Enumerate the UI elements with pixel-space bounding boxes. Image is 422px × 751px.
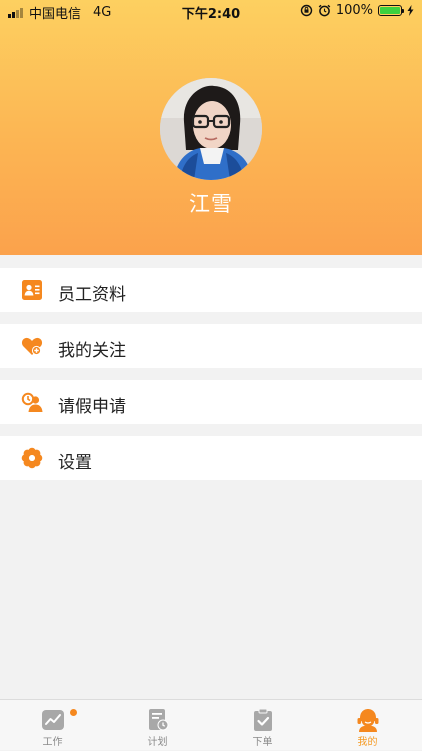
rotation-lock-icon [300,4,313,17]
menu-item-leave-request[interactable]: 请假申请 [0,380,422,424]
battery-icon [378,5,404,16]
menu-label: 设置 [58,453,92,473]
battery-percent: 100% [335,3,373,18]
menu-item-settings[interactable]: 设置 [0,436,422,480]
profile-icon [357,709,379,732]
alarm-icon [318,4,331,17]
trend-chart-icon [42,710,64,730]
menu-label: 请假申请 [58,397,126,417]
plan-calendar-icon [149,709,169,731]
menu-label: 我的关注 [58,341,126,361]
tab-label: 下单 [252,737,273,748]
tab-label: 工作 [42,737,63,748]
notification-dot [70,709,77,716]
contact-card-icon [22,280,42,300]
heart-plus-icon [21,337,43,356]
order-check-icon [254,708,272,731]
tab-label: 计划 [147,737,168,748]
menu-item-employee-profile[interactable]: 员工资料 [0,268,422,312]
leave-request-icon [21,392,43,412]
user-name: 江雪 [189,192,233,216]
tab-work[interactable]: 工作 [0,700,105,751]
avatar-photo [160,78,262,180]
settings-flower-icon [21,447,43,469]
avatar[interactable] [160,78,262,180]
menu-label: 员工资料 [58,285,126,305]
status-bar: 中国电信 4G 下午2:40 100% [0,0,422,22]
menu-item-my-follows[interactable]: 我的关注 [0,324,422,368]
tab-order[interactable]: 下单 [210,700,315,751]
tab-plan[interactable]: 计划 [105,700,210,751]
tab-mine[interactable]: 我的 [315,700,420,751]
tab-label: 我的 [357,737,378,748]
bottom-tab-bar: 工作 计划 下单 我的 [0,699,422,750]
profile-header: 中国电信 4G 下午2:40 100% 江雪 [0,0,422,255]
charging-bolt-icon [407,5,414,16]
